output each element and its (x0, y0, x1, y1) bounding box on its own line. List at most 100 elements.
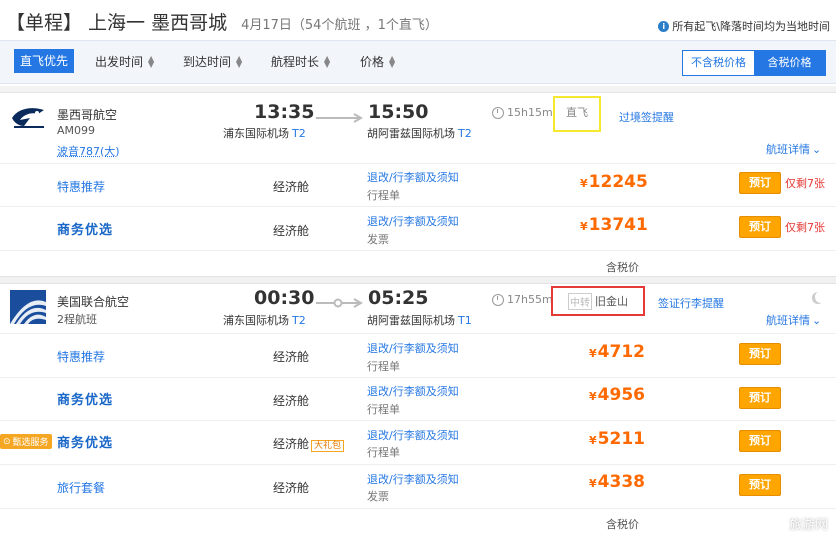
fare-type-link[interactable]: 商务优选 (57, 219, 113, 238)
visa-baggage-reminder-link[interactable]: 签证行李提醒 (658, 295, 724, 311)
sort-bar: 直飞优先 出发时间 ▲ ▼ 到达时间 ▲ ▼ 航程时长 ▲ ▼ 价格 ▲ ▼ 不含税价格 含税价… (0, 40, 836, 84)
cabin-label: 经济舱 (273, 437, 310, 451)
aircraft-type-link[interactable]: 波音787(大) (57, 143, 120, 159)
sort-label: 价格 (360, 55, 385, 69)
flight-duration: 15h15m (492, 106, 553, 119)
route-title: 【单程】 上海一 墨西哥城 (6, 12, 228, 34)
refund-rules-link[interactable]: 退改/行李额及须知 (367, 213, 459, 229)
fare-type-link[interactable]: 商务优选 (57, 389, 113, 408)
reimbursement-doc: 行程单 (367, 189, 400, 202)
refund-rules-link[interactable]: 退改/行李额及须知 (367, 169, 459, 185)
book-button[interactable]: 预订 (739, 343, 781, 365)
fare-type-link[interactable]: 特惠推荐 (57, 178, 105, 195)
currency-symbol: ¥ (589, 390, 597, 403)
book-button[interactable]: 预订 (739, 430, 781, 452)
watermark: 旅游网 (788, 518, 828, 533)
tax-included-note: 含税价 (606, 518, 639, 531)
flight-duration: 17h55m (492, 293, 553, 306)
airport-name: 浦东国际机场 (223, 314, 289, 327)
direct-flight-label: 直飞 (553, 96, 601, 132)
airport-name: 胡阿雷兹国际机场 (367, 314, 455, 327)
refund-rules-link[interactable]: 退改/行李额及须知 (367, 427, 459, 443)
divider (0, 420, 836, 421)
sort-arrows-icon: ▲ ▼ (324, 53, 331, 69)
direct-arrow-icon (316, 108, 364, 127)
departure-time: 13:35 (254, 101, 315, 123)
terminal: T2 (458, 127, 472, 140)
sort-arrows-icon: ▲ ▼ (148, 53, 155, 69)
sort-departure-time[interactable]: 出发时间 ▲ ▼ (95, 53, 154, 70)
flight-details-link[interactable]: 航班详情 ⌄ (766, 312, 821, 328)
price-value: 5211 (597, 429, 645, 449)
fare-type-link[interactable]: 商务优选 (57, 432, 113, 451)
transfer-info: 中转 旧金山 (551, 286, 645, 316)
cabin-class: 经济舱 (273, 394, 310, 408)
exclude-tax-button[interactable]: 不含税价格 (683, 51, 754, 75)
fare-type-link[interactable]: 特惠推荐 (57, 348, 105, 365)
divider (0, 508, 836, 509)
duration-text: 17h55m (507, 293, 553, 306)
price-value: 4956 (597, 385, 645, 405)
price-value: 4712 (597, 342, 645, 362)
route-subtitle: 4月17日（54个航班 ，1个直飞） (241, 18, 438, 33)
sort-arrival-time[interactable]: 到达时间 ▲ ▼ (183, 53, 242, 70)
departure-airport: 浦东国际机场 T2 (223, 125, 306, 141)
local-time-notice: i 所有起飞\降落时间均为当地时间 (658, 18, 830, 34)
cabin-class: 经济舱 大礼包 (273, 435, 345, 452)
flight-number: 2程航班 (57, 313, 97, 326)
sort-price[interactable]: 价格 ▲ ▼ (360, 53, 395, 70)
detail-label: 航班详情 (766, 314, 810, 327)
book-button[interactable]: 预订 (739, 474, 781, 496)
book-button[interactable]: 预订 (739, 172, 781, 194)
sort-direct-first-button[interactable]: 直飞优先 (14, 49, 74, 73)
reimbursement-doc: 发票 (367, 233, 389, 246)
airline-name: 墨西哥航空 (57, 108, 118, 122)
page-title: 【单程】 上海一 墨西哥城 4月17日（54个航班 ，1个直飞） (6, 8, 438, 35)
price-value: 13741 (588, 215, 648, 235)
cabin-class: 经济舱 (273, 350, 310, 364)
currency-symbol: ¥ (580, 177, 588, 190)
flight-details-link[interactable]: 航班详情 ⌄ (766, 141, 821, 157)
chevron-down-icon: ⌄ (812, 142, 822, 156)
clock-icon (492, 106, 504, 119)
reimbursement-doc: 行程单 (367, 360, 400, 373)
united-airlines-logo (10, 290, 46, 328)
sort-label: 到达时间 (183, 55, 232, 69)
refund-rules-link[interactable]: 退改/行李额及须知 (367, 340, 459, 356)
premium-service-badge: ⊙ 甄选服务 (0, 434, 52, 449)
terminal: T1 (458, 314, 472, 327)
include-tax-button[interactable]: 含税价格 (754, 51, 825, 75)
reimbursement-doc: 行程单 (367, 446, 400, 459)
book-button[interactable]: 预订 (739, 387, 781, 409)
divider (0, 377, 836, 378)
refund-rules-link[interactable]: 退改/行李额及须知 (367, 383, 459, 399)
sort-duration[interactable]: 航程时长 ▲ ▼ (271, 53, 330, 70)
transfer-tag: 中转 (568, 292, 592, 310)
seats-remaining: 仅剩7张 (785, 177, 825, 190)
sort-label: 出发时间 (95, 55, 144, 69)
badge-text: 甄选服务 (12, 438, 49, 448)
fare-type-link[interactable]: 旅行套餐 (57, 479, 105, 496)
terminal: T2 (292, 127, 306, 140)
star-icon: ⊙ (3, 436, 11, 447)
reimbursement-doc: 发票 (367, 490, 389, 503)
tax-price-toggle: 不含税价格 含税价格 (682, 50, 826, 76)
sort-arrows-icon: ▲ ▼ (389, 53, 396, 69)
section-gap (0, 276, 836, 284)
book-button[interactable]: 预订 (739, 216, 781, 238)
currency-symbol: ¥ (580, 220, 588, 233)
currency-symbol: ¥ (589, 477, 597, 490)
transit-visa-reminder-link[interactable]: 过境签提醒 (619, 109, 674, 125)
chevron-down-icon: ⌄ (812, 313, 822, 327)
sort-label: 航程时长 (271, 55, 320, 69)
refund-rules-link[interactable]: 退改/行李额及须知 (367, 471, 459, 487)
fare-price: ¥13741 (580, 215, 648, 235)
fare-price: ¥5211 (589, 429, 645, 449)
tax-included-note: 含税价 (606, 261, 639, 274)
airport-name: 浦东国际机场 (223, 127, 289, 140)
currency-symbol: ¥ (589, 434, 597, 447)
divider (0, 250, 836, 251)
info-icon: i (658, 20, 670, 32)
sort-arrows-icon: ▲ ▼ (236, 53, 243, 69)
fare-price: ¥4956 (589, 385, 645, 405)
